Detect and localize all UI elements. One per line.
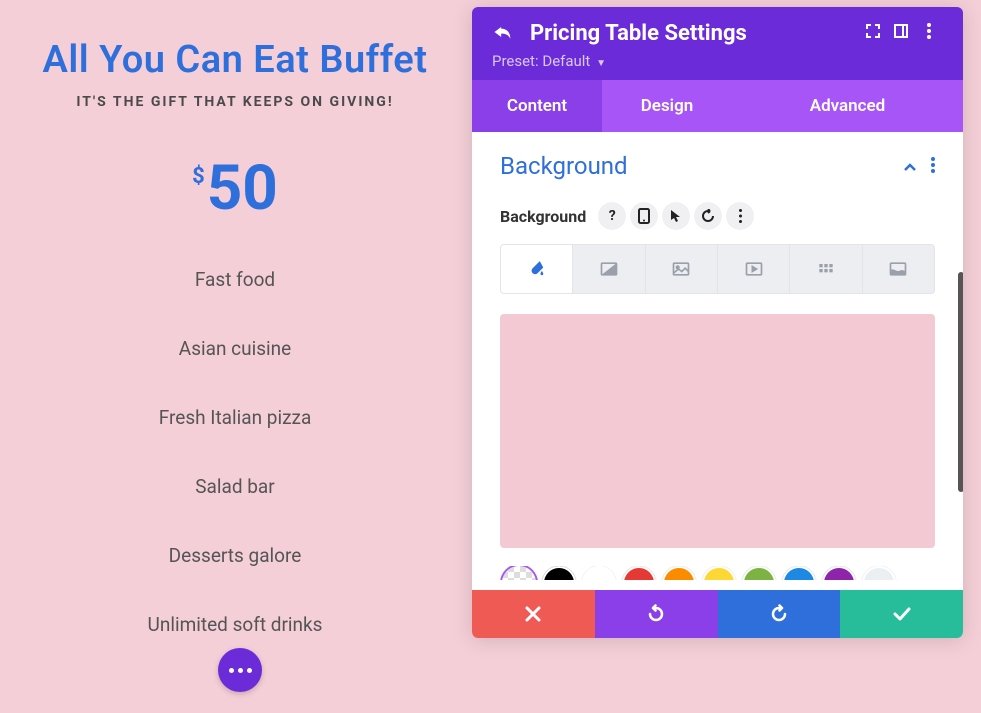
preset-selector[interactable]: Preset: Default ▼ bbox=[492, 52, 943, 70]
bg-image-tab[interactable] bbox=[645, 245, 717, 293]
feature-item: Salad bar bbox=[0, 475, 470, 498]
settings-modal: Pricing Table Settings Preset: Default ▼… bbox=[472, 7, 963, 638]
modal-header: Pricing Table Settings Preset: Default ▼ bbox=[472, 7, 963, 80]
feature-item: Fresh Italian pizza bbox=[0, 406, 470, 429]
caret-down-icon: ▼ bbox=[596, 58, 606, 69]
bg-gradient-tab[interactable] bbox=[572, 245, 644, 293]
color-swatches bbox=[500, 566, 935, 580]
dot-icon bbox=[229, 668, 234, 673]
expand-icon[interactable] bbox=[859, 23, 887, 44]
feature-item: Unlimited soft drinks bbox=[0, 613, 470, 636]
pricing-price: $50 bbox=[0, 158, 470, 220]
kebab-icon[interactable] bbox=[931, 154, 935, 178]
help-icon[interactable]: ? bbox=[598, 202, 626, 230]
kebab-icon[interactable] bbox=[915, 23, 943, 44]
bg-color-tab[interactable] bbox=[501, 245, 572, 293]
swatch-transparent[interactable] bbox=[502, 566, 536, 580]
swatch-white[interactable] bbox=[582, 566, 616, 580]
modal-title: Pricing Table Settings bbox=[530, 21, 859, 46]
tab-content[interactable]: Content bbox=[472, 80, 602, 132]
background-color-preview[interactable] bbox=[500, 314, 935, 548]
feature-item: Fast food bbox=[0, 268, 470, 291]
swatch-blue[interactable] bbox=[782, 566, 816, 580]
pricing-features: Fast food Asian cuisine Fresh Italian pi… bbox=[0, 268, 470, 636]
background-type-tabs bbox=[500, 244, 935, 294]
back-icon[interactable] bbox=[492, 22, 512, 46]
tab-advanced[interactable]: Advanced bbox=[732, 80, 963, 132]
scrollbar[interactable] bbox=[958, 272, 963, 492]
redo-button[interactable] bbox=[718, 590, 841, 638]
swatch-green[interactable] bbox=[742, 566, 776, 580]
feature-item: Asian cuisine bbox=[0, 337, 470, 360]
responsive-icon[interactable] bbox=[630, 202, 658, 230]
property-label: Background bbox=[500, 207, 586, 226]
pricing-title: All You Can Eat Buffet bbox=[0, 38, 470, 82]
preset-value: Default bbox=[542, 52, 590, 70]
dot-icon bbox=[247, 668, 252, 673]
pricing-subtitle: IT'S THE GIFT THAT KEEPS ON GIVING! bbox=[0, 94, 470, 110]
feature-item: Desserts galore bbox=[0, 544, 470, 567]
modal-footer bbox=[472, 590, 963, 638]
bg-mask-tab[interactable] bbox=[862, 245, 934, 293]
chevron-up-icon[interactable] bbox=[903, 157, 917, 176]
module-options-fab[interactable] bbox=[218, 648, 262, 692]
save-button[interactable] bbox=[840, 590, 963, 638]
modal-tabs: Content Design Advanced bbox=[472, 80, 963, 132]
pricing-table-preview: All You Can Eat Buffet IT'S THE GIFT THA… bbox=[0, 0, 470, 682]
section-background: Background Background ? bbox=[472, 132, 963, 590]
undo-button[interactable] bbox=[595, 590, 718, 638]
swatch-red[interactable] bbox=[622, 566, 656, 580]
swatch-yellow[interactable] bbox=[702, 566, 736, 580]
snap-icon[interactable] bbox=[887, 23, 915, 44]
swatch-black[interactable] bbox=[542, 566, 576, 580]
price-value: 50 bbox=[207, 152, 278, 225]
preset-label: Preset: bbox=[492, 52, 539, 70]
hover-icon[interactable] bbox=[662, 202, 690, 230]
kebab-icon[interactable] bbox=[726, 202, 754, 230]
bg-pattern-tab[interactable] bbox=[789, 245, 861, 293]
section-title[interactable]: Background bbox=[500, 152, 903, 180]
tab-design[interactable]: Design bbox=[602, 80, 732, 132]
price-currency: $ bbox=[192, 164, 205, 189]
dot-icon bbox=[238, 668, 243, 673]
swatch-grey[interactable] bbox=[862, 566, 896, 580]
reset-icon[interactable] bbox=[694, 202, 722, 230]
cancel-button[interactable] bbox=[472, 590, 595, 638]
bg-video-tab[interactable] bbox=[717, 245, 789, 293]
swatch-purple[interactable] bbox=[822, 566, 856, 580]
swatch-orange[interactable] bbox=[662, 566, 696, 580]
